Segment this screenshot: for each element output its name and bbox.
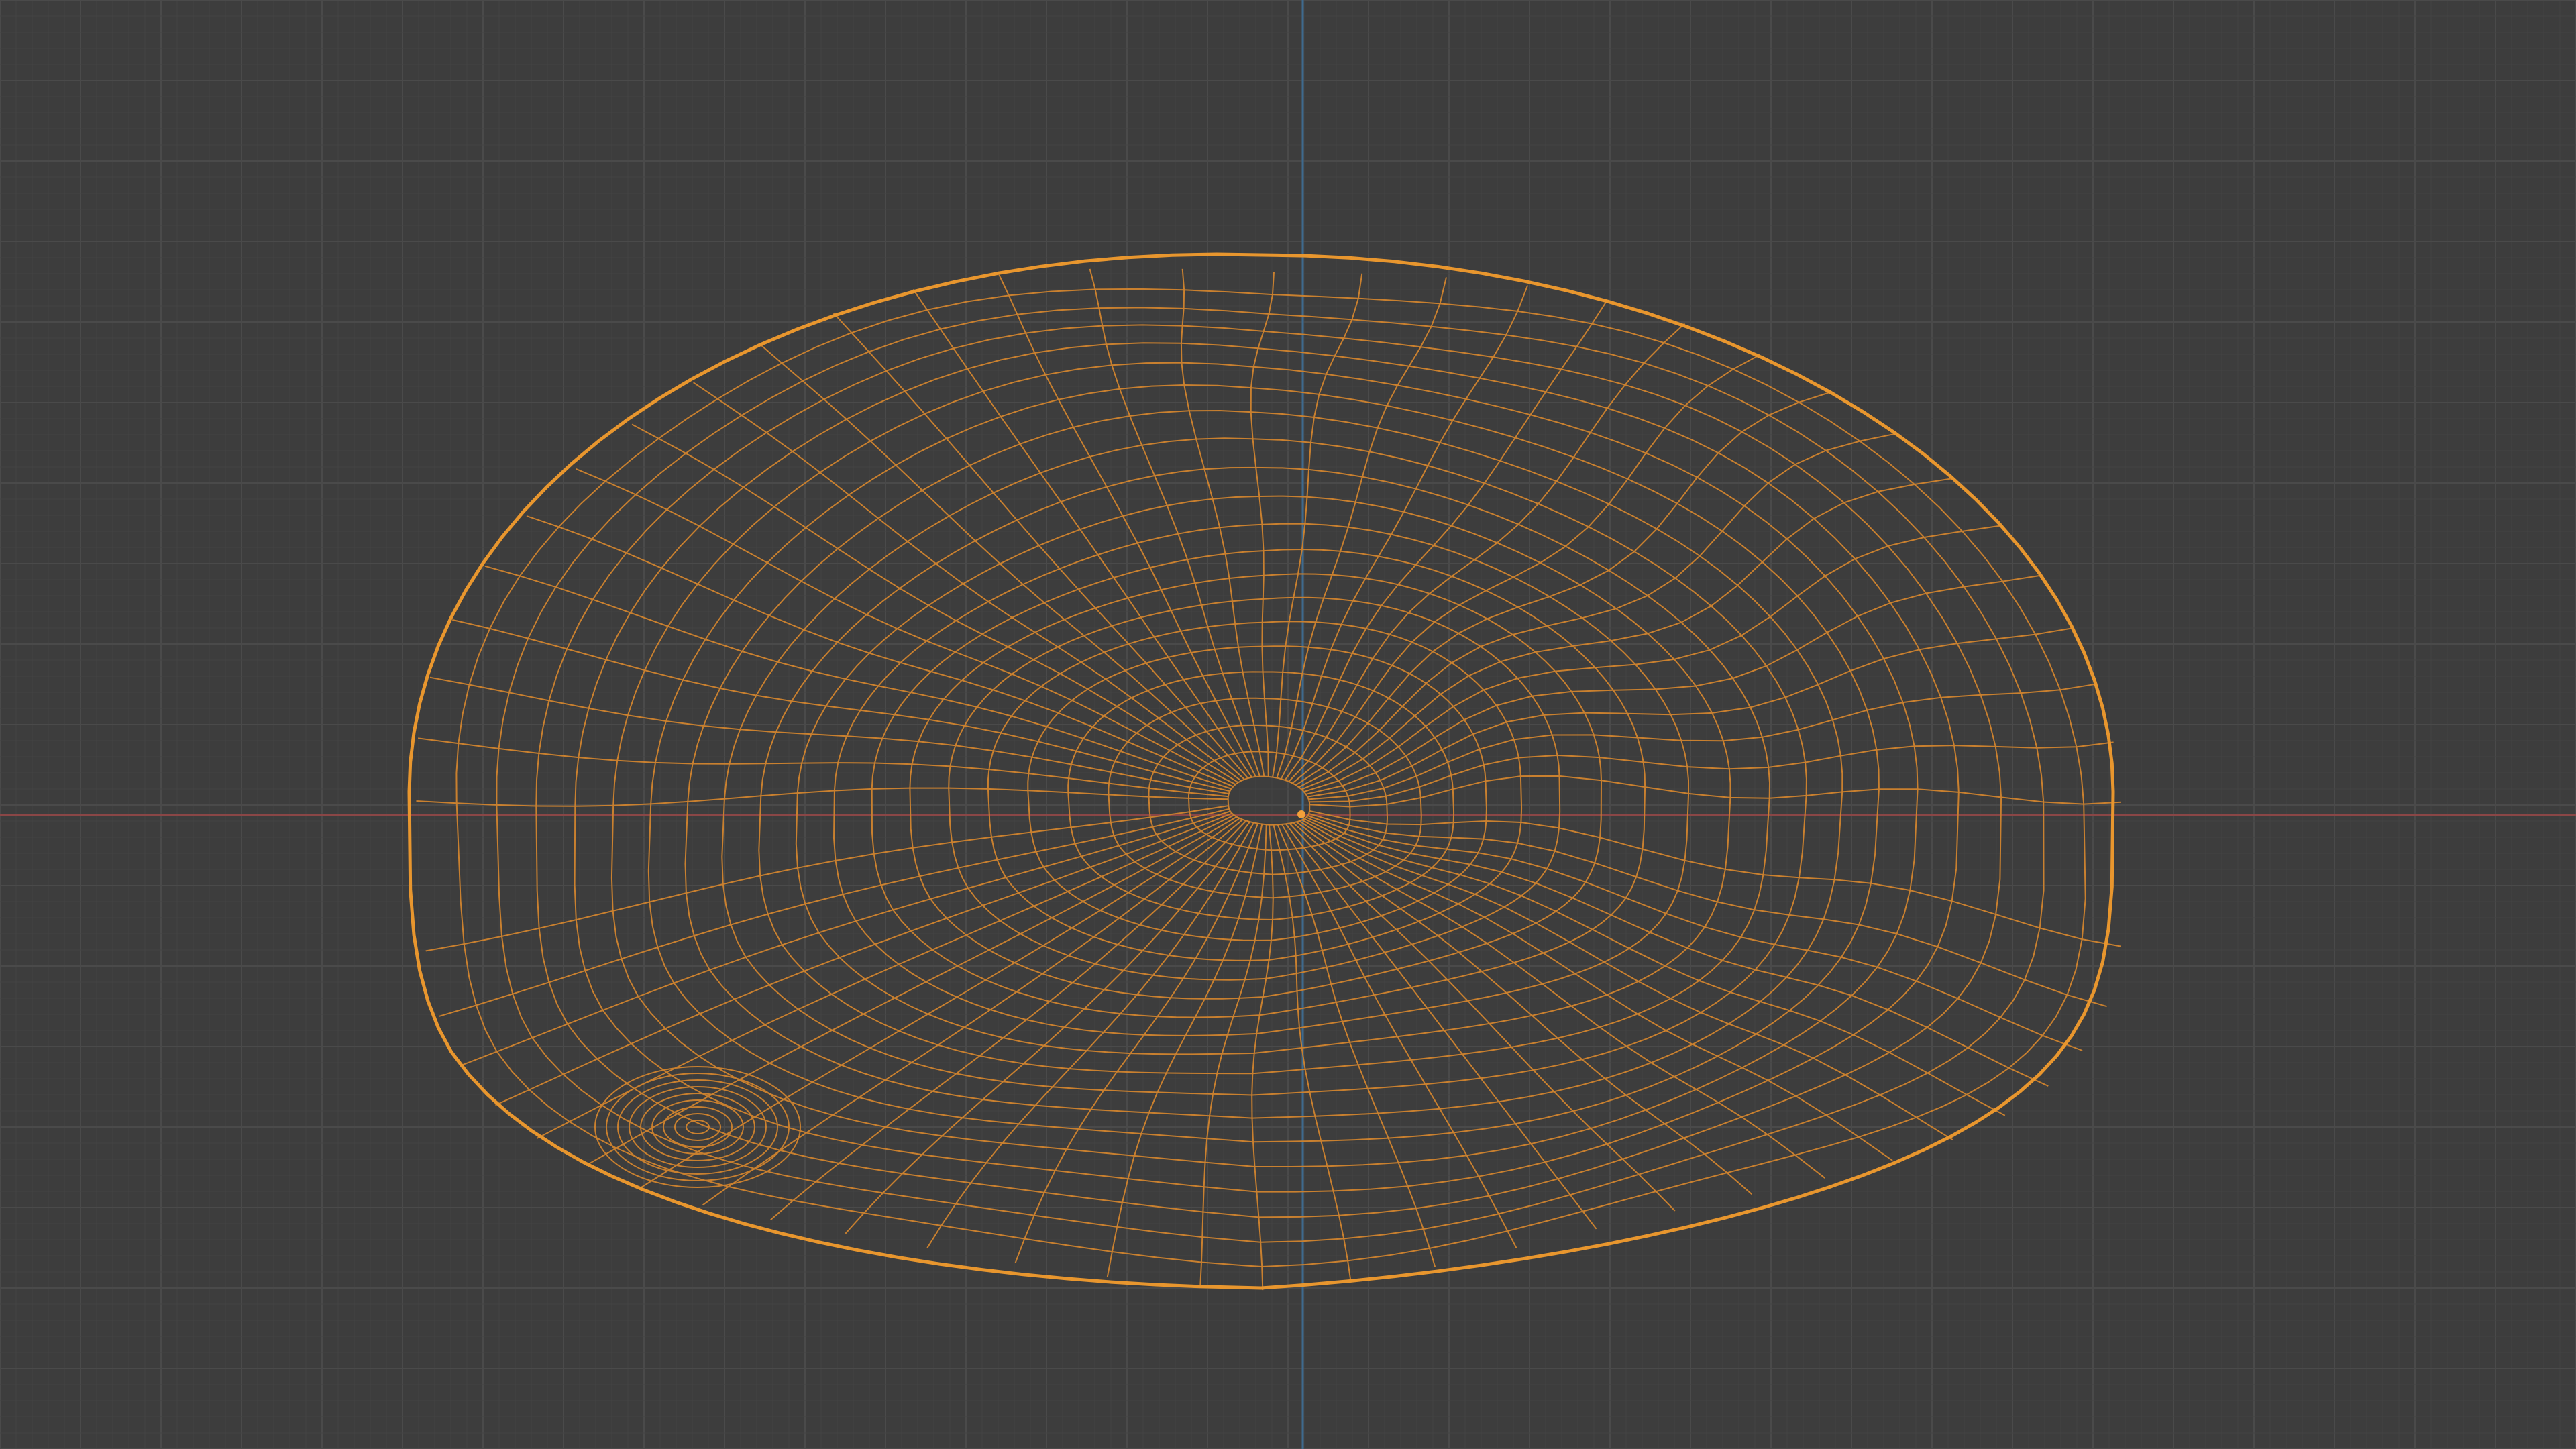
mesh-edge-loop bbox=[574, 342, 1960, 1193]
mesh-edge-spoke bbox=[1106, 824, 1263, 1277]
mesh-edge-spoke bbox=[484, 565, 1232, 790]
mesh-edge-spoke bbox=[702, 819, 1244, 1206]
mesh-edge-spoke bbox=[1308, 683, 2098, 800]
mesh-edge-spoke bbox=[416, 787, 1228, 807]
mesh-edge-spoke bbox=[576, 468, 1236, 785]
mesh-edge-loop bbox=[833, 523, 1690, 1036]
mesh-edge-spoke bbox=[429, 676, 1229, 795]
mesh-edge-spoke bbox=[1308, 812, 2107, 1008]
mesh-edge-loop bbox=[1027, 645, 1487, 941]
mesh-edge-loop bbox=[758, 466, 1771, 1075]
mesh-edge-spoke bbox=[1014, 823, 1259, 1263]
mesh-edge-spoke bbox=[1285, 823, 1597, 1230]
floor-grid bbox=[0, 0, 2576, 1449]
3d-viewport[interactable] bbox=[0, 0, 2576, 1449]
viewport-canvas[interactable] bbox=[0, 0, 2576, 1449]
mesh-edge-loop bbox=[496, 307, 2045, 1243]
selected-mesh-wireframe[interactable] bbox=[407, 252, 2122, 1291]
mesh-edge-spoke bbox=[631, 423, 1239, 784]
mesh-edge-spoke bbox=[1303, 525, 2001, 793]
mesh-edges bbox=[416, 268, 2122, 1291]
mesh-edge-spoke bbox=[1305, 816, 2049, 1087]
mesh-edge-spoke bbox=[1301, 819, 1953, 1141]
mesh-edge-spoke bbox=[1089, 268, 1261, 777]
mesh-edge-spoke bbox=[425, 805, 1229, 952]
mesh-edge-spoke bbox=[461, 810, 1231, 1066]
mesh-edge-spoke bbox=[1309, 741, 2114, 803]
mesh-edge-spoke bbox=[1305, 574, 2041, 795]
mesh-edge-spoke bbox=[1298, 433, 1896, 788]
mesh-edge-spoke bbox=[1296, 821, 1825, 1179]
mesh-edge-spoke bbox=[1309, 775, 2121, 808]
mesh-edge-spoke bbox=[494, 812, 1232, 1106]
object-origin-marker[interactable] bbox=[1297, 810, 1305, 818]
mesh-edge-spoke bbox=[1301, 478, 1953, 790]
